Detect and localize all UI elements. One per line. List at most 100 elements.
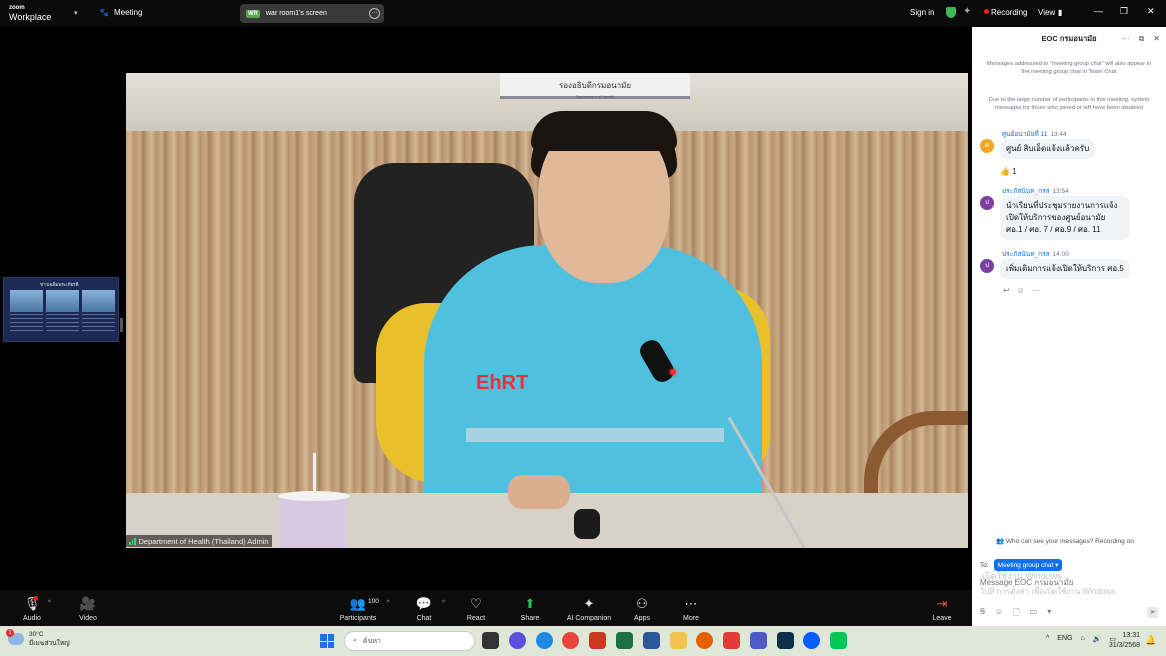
straw <box>313 453 316 497</box>
message-sender[interactable]: ศูนย์อนามัยที่ 11 13:44 <box>1002 129 1067 139</box>
recipient-row: To: Meeting group chat ▾ <box>980 559 1063 571</box>
composer-tools: Ꞩ ☺ 🗋 ▭ ▾ <box>980 607 1051 621</box>
screenshot-icon[interactable]: ▭ <box>1030 607 1038 621</box>
wps-icon[interactable] <box>723 632 740 649</box>
network-icon[interactable]: ⌂ <box>1080 635 1084 643</box>
search-placeholder: ค้นหา <box>362 637 381 645</box>
participants-label: Participants <box>339 615 377 622</box>
meeting-toolbar: 🎙 Audio ^ 🎥 Video 👥 Participants ^ 💬 Cha… <box>0 590 972 626</box>
thumbnail-text-block <box>46 314 79 332</box>
message-bubble[interactable]: ศูนย์ สิบเอ็ดแจ้งแล้วครับ <box>1000 139 1096 159</box>
zoom-app-icon[interactable] <box>803 632 820 649</box>
react-button[interactable]: ♡ React <box>464 596 488 622</box>
edge-icon[interactable] <box>536 632 553 649</box>
reaction-badge[interactable]: 👍 1 <box>1000 167 1017 176</box>
recipient-selector[interactable]: Meeting group chat ▾ <box>993 559 1063 571</box>
chat-button[interactable]: 💬 Chat <box>412 596 436 622</box>
meet-app-icon[interactable] <box>509 632 526 649</box>
participant-thumbnail[interactable]: ข่าวเฉลิมพระเกียรติ <box>3 277 119 342</box>
thumbnail-photo <box>82 290 115 312</box>
cloud-icon: 1 <box>6 629 24 645</box>
sender-name: ประภัสนันท_กรส <box>1002 251 1050 258</box>
taskbar-search[interactable]: ⌕ ค้นหา <box>344 631 475 651</box>
participants-options-chevron-icon[interactable]: ^ <box>387 600 390 606</box>
share-button[interactable]: ⬆ Share <box>518 596 542 622</box>
audio-options-chevron-icon[interactable]: ^ <box>48 600 51 606</box>
message-bubble[interactable]: เพิ่มเติมการแจ้งเปิดให้บริการ ศอ.5 <box>1000 259 1130 279</box>
ai-companion-button[interactable]: ✦ AI Companion <box>562 596 616 622</box>
message-sender[interactable]: ประภัสนันท_กรส 13:54 <box>1002 186 1069 196</box>
paw-icon: 🐾 <box>99 8 109 17</box>
notification-bell-icon[interactable]: 🔔 <box>1145 635 1156 646</box>
more-options-icon[interactable]: ··· <box>1122 34 1130 44</box>
chat-title: EOC กรมอนามัย <box>1041 34 1097 43</box>
more-button[interactable]: ⋯ More <box>679 596 703 622</box>
volume-icon[interactable]: 🔊 <box>1093 635 1102 643</box>
send-icon[interactable]: ➤ <box>1147 607 1158 618</box>
zoom-workplace-logo[interactable]: zoom Workplace <box>9 4 51 22</box>
thumbnail-drag-handle[interactable] <box>120 318 123 332</box>
weather-widget[interactable]: 1 30°C มีเมฆส่วนใหญ่ <box>6 629 70 648</box>
message-line: เปิดให้บริการของศูนย์อนามัย <box>1006 213 1106 222</box>
message-sender[interactable]: ประภัสนันท_กรส 14:00 <box>1002 249 1069 259</box>
emoji-icon[interactable]: ☺ <box>995 607 1003 621</box>
line-icon[interactable] <box>830 632 847 649</box>
meeting-button[interactable]: 🐾 Meeting <box>99 8 142 17</box>
taskbar-clock[interactable]: 13:31 31/3/2568 <box>1106 631 1140 651</box>
format-icon[interactable]: Ꞩ <box>980 607 985 621</box>
more-options-icon[interactable]: ··· <box>369 8 380 19</box>
view-label[interactable]: View <box>1038 8 1055 17</box>
apps-button[interactable]: ⚇ Apps <box>630 596 654 622</box>
tray-chevron-icon[interactable]: ^ <box>1046 635 1049 643</box>
chat-options-chevron-icon[interactable]: ^ <box>442 600 445 606</box>
message-bubble[interactable]: นำเรียนที่ประชุมรายงานการแจ้ง เปิดให้บริ… <box>1000 196 1130 240</box>
meeting-label: Meeting <box>113 8 143 17</box>
window-restore-icon[interactable]: ❐ <box>1120 6 1128 17</box>
video-button[interactable]: 🎥 Video <box>76 596 100 622</box>
ai-sparkle-icon[interactable]: ✦ <box>963 6 971 17</box>
add-reaction-icon[interactable]: ☺ <box>1017 286 1025 295</box>
teams-icon[interactable] <box>750 632 767 649</box>
window-minimize-icon[interactable]: — <box>1094 6 1103 16</box>
windows-start-icon[interactable] <box>320 634 334 648</box>
weather-description: มีเมฆส่วนใหญ่ <box>29 640 70 647</box>
audio-label: Audio <box>23 615 41 622</box>
terminal-icon[interactable] <box>777 632 794 649</box>
reply-icon[interactable]: ↩ <box>1003 286 1010 295</box>
chrome-icon[interactable] <box>562 632 579 649</box>
recording-dot <box>984 9 989 14</box>
pop-out-icon[interactable]: ⧉ <box>1139 34 1145 44</box>
powerpoint-icon[interactable] <box>589 632 606 649</box>
zoom-meeting-window: zoom Workplace ▾ 🐾 Meeting WR war room1'… <box>0 0 1166 656</box>
file-icon[interactable]: 🗋 <box>1013 607 1019 621</box>
chat-label: Chat <box>416 615 432 622</box>
word-icon[interactable] <box>643 632 660 649</box>
thumbnail-text-block <box>10 314 43 332</box>
more-tools-icon[interactable]: ▾ <box>1047 607 1051 621</box>
sign-in-button[interactable]: Sign in <box>910 8 934 17</box>
visibility-notice[interactable]: 👥 Who can see your messages? Recording o… <box>996 537 1134 545</box>
top-bar: zoom Workplace ▾ 🐾 Meeting WR war room1'… <box>0 0 1154 27</box>
task-view-icon[interactable] <box>482 632 499 649</box>
message-time: 14:00 <box>1052 251 1069 258</box>
signal-bars-icon <box>129 538 136 545</box>
thumbnail-photo <box>46 290 79 312</box>
window-close-icon[interactable]: ✕ <box>1147 6 1155 17</box>
more-actions-icon[interactable]: ··· <box>1032 286 1040 295</box>
encryption-shield-icon[interactable] <box>946 7 956 18</box>
leave-icon: ⇥ <box>936 596 948 611</box>
language-indicator[interactable]: ENG <box>1057 635 1072 643</box>
excel-icon[interactable] <box>616 632 633 649</box>
audio-button[interactable]: 🎙 Audio <box>20 596 44 622</box>
file-explorer-icon[interactable] <box>670 632 687 649</box>
shared-screen-pill[interactable]: WR war room1's screen ··· <box>240 4 384 23</box>
logo-small-text: zoom <box>9 5 25 11</box>
close-chat-icon[interactable]: ✕ <box>1153 34 1160 44</box>
to-label: To: <box>980 561 989 569</box>
windows-taskbar: 1 30°C มีเมฆส่วนใหญ่ ⌕ ค้นหา ^ ENG ⌂ 🔊 ▭… <box>0 626 1166 656</box>
firefox-icon[interactable] <box>696 632 713 649</box>
chevron-down-icon[interactable]: ▾ <box>74 9 78 17</box>
leave-button[interactable]: ⇥ Leave <box>930 596 954 622</box>
main-video[interactable]: รองอธิบดีกรมอนามัย Department of Health … <box>126 73 968 548</box>
recording-label[interactable]: Recording <box>991 8 1027 17</box>
